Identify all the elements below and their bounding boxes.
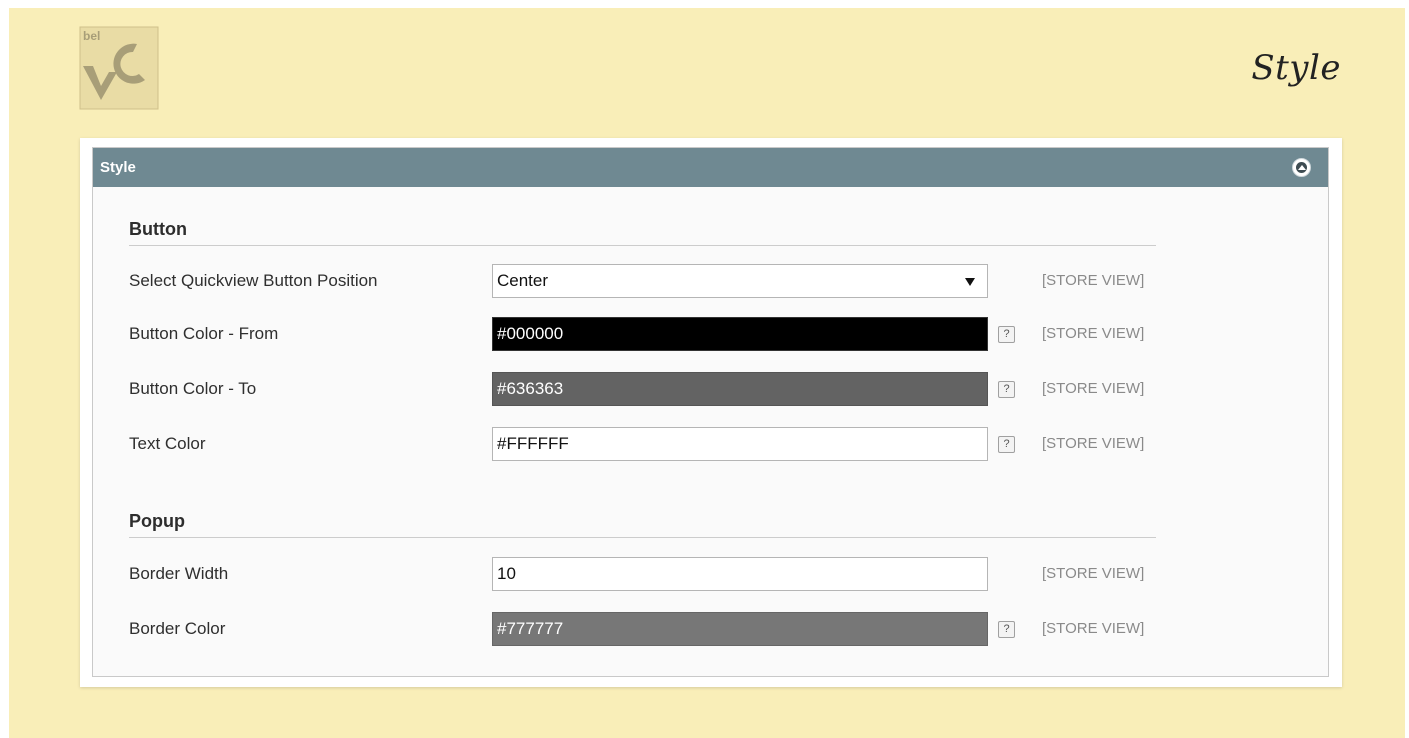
row-button-color-to: Button Color - To #636363 ? [STORE VIEW] xyxy=(129,372,1229,408)
svg-text:bel: bel xyxy=(83,29,100,43)
section-title-popup: Popup xyxy=(129,508,1156,538)
field-label: Button Color - From xyxy=(129,324,279,343)
scope-label: [STORE VIEW] xyxy=(1042,325,1145,342)
help-icon[interactable]: ? xyxy=(998,621,1015,638)
scope-label: [STORE VIEW] xyxy=(1042,565,1145,582)
field-label: Border Color xyxy=(129,619,226,638)
belvg-logo: bel xyxy=(79,26,159,110)
help-icon[interactable]: ? xyxy=(998,436,1015,453)
row-button-position: Select Quickview Button Position Center … xyxy=(129,264,1229,300)
help-icon[interactable]: ? xyxy=(998,326,1015,343)
fieldset-header[interactable]: Style xyxy=(93,148,1328,187)
row-border-width: Border Width 10 [STORE VIEW] xyxy=(129,557,1229,593)
page-title: Style xyxy=(1251,48,1341,88)
button-position-select[interactable]: Center xyxy=(492,264,988,298)
button-color-from-input[interactable]: #000000 xyxy=(492,317,988,351)
field-label: Button Color - To xyxy=(129,379,257,398)
section-title-button: Button xyxy=(129,216,1156,246)
field-label: Select Quickview Button Position xyxy=(129,271,378,290)
row-border-color: Border Color #777777 ? [STORE VIEW] xyxy=(129,612,1229,648)
scope-label: [STORE VIEW] xyxy=(1042,272,1145,289)
page-canvas: bel Style Style Button Select Quickview … xyxy=(9,8,1405,738)
dropdown-arrow-icon xyxy=(965,278,975,286)
field-label: Border Width xyxy=(129,564,229,583)
help-icon[interactable]: ? xyxy=(998,381,1015,398)
border-width-input[interactable]: 10 xyxy=(492,557,988,591)
collapse-up-icon[interactable] xyxy=(1292,158,1311,177)
scope-label: [STORE VIEW] xyxy=(1042,435,1145,452)
fieldset-title: Style xyxy=(100,159,136,176)
style-fieldset: Style Button Select Quickview Button Pos… xyxy=(92,147,1329,677)
button-color-to-input[interactable]: #636363 xyxy=(492,372,988,406)
field-label: Text Color xyxy=(129,434,206,453)
border-color-input[interactable]: #777777 xyxy=(492,612,988,646)
select-value: Center xyxy=(497,271,549,290)
row-button-color-from: Button Color - From #000000 ? [STORE VIE… xyxy=(129,317,1229,353)
scope-label: [STORE VIEW] xyxy=(1042,380,1145,397)
scope-label: [STORE VIEW] xyxy=(1042,620,1145,637)
row-text-color: Text Color #FFFFFF ? [STORE VIEW] xyxy=(129,427,1229,463)
text-color-input[interactable]: #FFFFFF xyxy=(492,427,988,461)
config-panel: Style Button Select Quickview Button Pos… xyxy=(80,138,1342,687)
